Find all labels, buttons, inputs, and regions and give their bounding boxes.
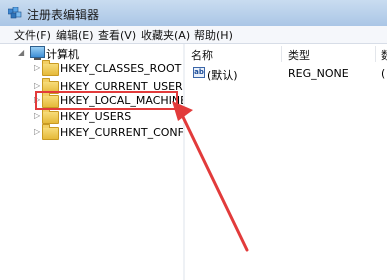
string-value-icon: ab [193, 67, 205, 78]
value-name: (默认) [207, 69, 238, 82]
menu-edit[interactable]: 编辑(E) [56, 27, 94, 43]
tree-item-hkey-classes-root[interactable]: ▷ HKEY_CLASSES_ROOT [0, 60, 183, 78]
menu-bar: 文件(F) 编辑(E) 查看(V) 收藏夹(A) 帮助(H) [0, 26, 387, 44]
folder-icon [42, 124, 59, 140]
menu-favorites[interactable]: 收藏夹(A) [141, 27, 190, 43]
computer-icon [30, 46, 45, 60]
column-header-data[interactable]: 数 [381, 47, 387, 67]
tree-item-label: HKEY_USERS [60, 110, 132, 123]
tree-pane: ◢ 计算机 ▷ HKEY_CLASSES_ROOT ▷ HKEY_CURRENT… [0, 44, 196, 280]
value-data: ( [381, 67, 386, 80]
title-bar: 注册表编辑器 [0, 0, 387, 26]
collapse-icon[interactable]: ◢ [18, 49, 26, 57]
tree-item-label: HKEY_CURRENT_CONFIG [60, 126, 196, 139]
menu-help[interactable]: 帮助(H) [194, 27, 233, 43]
column-divider[interactable] [375, 46, 376, 62]
tree-item-hkey-current-config[interactable]: ▷ HKEY_CURRENT_CONFIG [0, 124, 196, 142]
folder-icon [42, 60, 59, 76]
column-header-type[interactable]: 类型 [288, 47, 310, 67]
menu-view[interactable]: 查看(V) [98, 27, 136, 43]
registry-editor-icon [8, 7, 22, 19]
expand-icon[interactable]: ▷ [34, 64, 42, 72]
expand-icon[interactable]: ▷ [34, 112, 42, 120]
value-type: REG_NONE [288, 67, 349, 80]
window-title: 注册表编辑器 [27, 8, 100, 22]
tree-item-label: HKEY_CLASSES_ROOT [60, 62, 182, 75]
column-divider[interactable] [281, 46, 282, 62]
folder-icon [42, 108, 59, 124]
values-pane: 名称 类型 数 ab (默认) REG_NONE ( [185, 44, 387, 280]
expand-icon[interactable]: ▷ [34, 82, 42, 90]
column-header-name[interactable]: 名称 [191, 47, 213, 67]
menu-file[interactable]: 文件(F) [14, 27, 51, 43]
expand-icon[interactable]: ▷ [34, 128, 42, 136]
highlight-box [35, 91, 178, 110]
